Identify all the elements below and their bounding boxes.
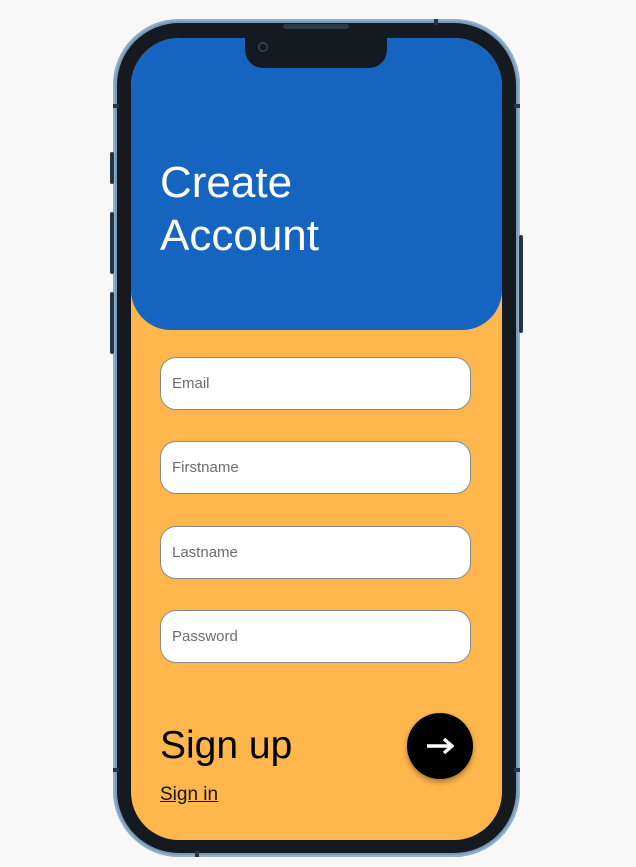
page-title: Create Account — [160, 156, 480, 262]
title-line-1: Create — [160, 158, 293, 207]
email-field[interactable] — [161, 358, 470, 409]
antenna-line — [434, 19, 438, 25]
header-panel: Create Account — [131, 38, 502, 330]
firstname-field-container — [160, 441, 471, 494]
title-line-2: Account — [160, 211, 319, 260]
signin-link[interactable]: Sign in — [160, 784, 218, 806]
signup-submit-button[interactable] — [407, 713, 473, 779]
antenna-line — [113, 104, 119, 108]
page: CreateAccount Sign up Sign in — [0, 0, 636, 867]
password-field-container — [160, 610, 471, 663]
earpiece-speaker — [283, 24, 349, 29]
silent-switch — [110, 152, 114, 184]
antenna-line — [113, 768, 119, 772]
app-screen: CreateAccount Sign up Sign in — [131, 38, 502, 840]
lastname-field[interactable] — [161, 527, 470, 578]
power-button — [519, 235, 523, 333]
antenna-line — [514, 768, 520, 772]
firstname-field[interactable] — [161, 442, 470, 493]
password-field[interactable] — [161, 611, 470, 662]
volume-up-button — [110, 212, 114, 274]
phone-notch — [245, 38, 387, 68]
arrow-right-icon — [427, 737, 454, 755]
volume-down-button — [110, 292, 114, 354]
front-camera-icon — [258, 42, 268, 52]
lastname-field-container — [160, 526, 471, 579]
email-field-container — [160, 357, 471, 410]
antenna-line — [195, 851, 199, 857]
antenna-line — [514, 104, 520, 108]
signup-heading: Sign up — [160, 724, 293, 767]
